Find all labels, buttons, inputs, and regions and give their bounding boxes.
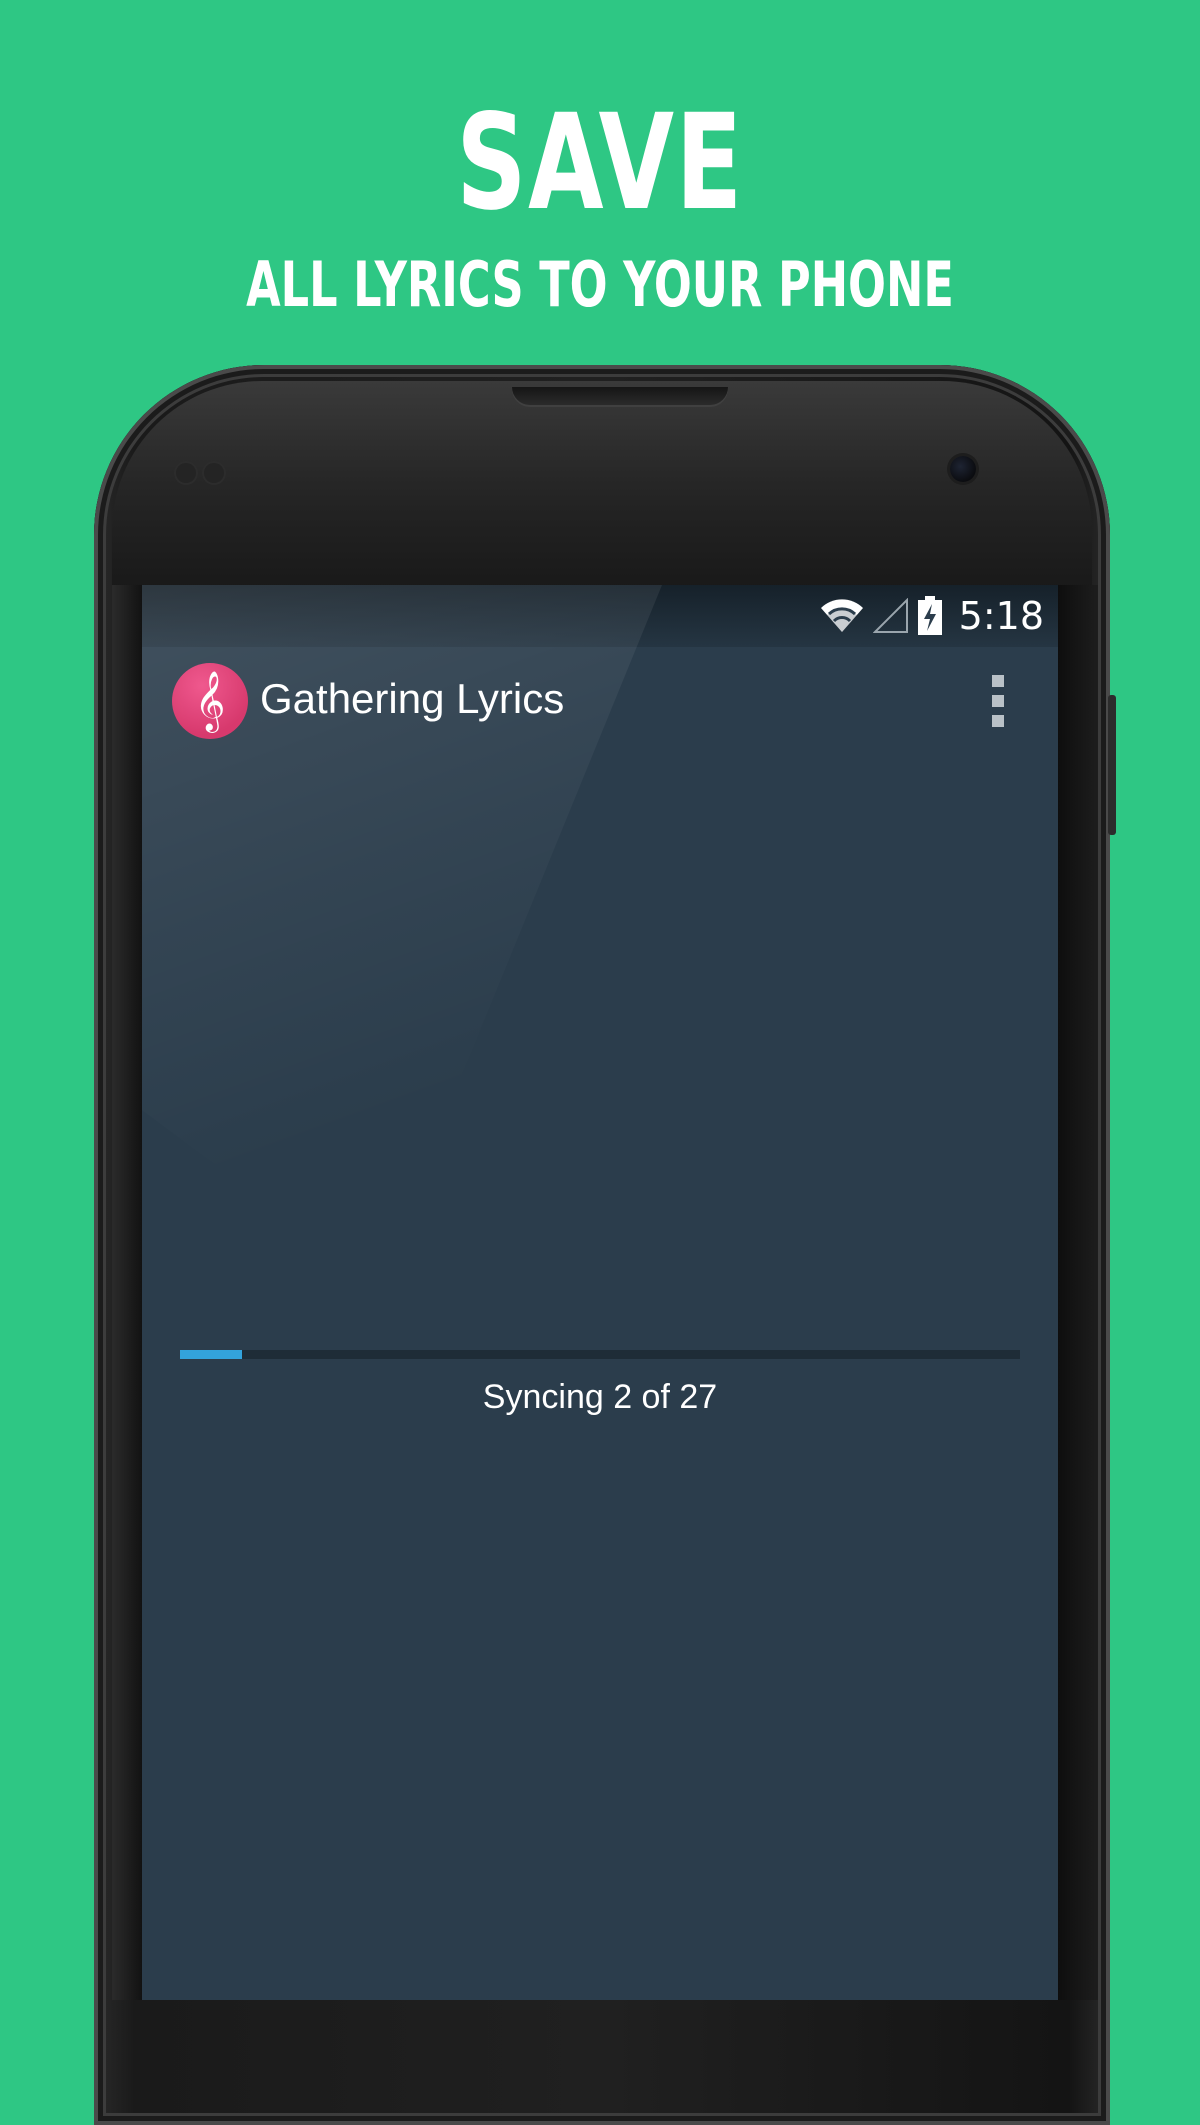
app-icon-glyph: 𝄞 [194, 670, 226, 731]
front-camera [950, 456, 976, 482]
overflow-dot [992, 695, 1004, 707]
status-time: 5:18 [958, 594, 1044, 638]
overflow-dot [992, 715, 1004, 727]
promo-subline: ALL LYRICS TO YOUR PHONE [246, 248, 954, 321]
light-sensor [204, 463, 224, 483]
phone-screen: 5:18 𝄞 Gathering Lyrics Syncing 2 of 27 [142, 585, 1058, 2000]
battery-charging-icon [917, 596, 942, 635]
phone-top-bezel [112, 381, 1092, 611]
overflow-dot [992, 675, 1004, 687]
sync-progress-bar [180, 1350, 1020, 1359]
power-button [1108, 695, 1116, 835]
wifi-icon [820, 599, 863, 632]
earpiece-speaker [512, 387, 728, 405]
overflow-menu-icon[interactable] [980, 673, 1016, 729]
screen-left-edge [112, 585, 142, 2000]
status-bar: 5:18 [142, 585, 1058, 647]
sync-status-text: Syncing 2 of 27 [482, 1378, 718, 1416]
promo-headline: SAVE [456, 86, 744, 240]
page-title: Gathering Lyrics [260, 675, 565, 722]
proximity-sensor [176, 463, 196, 483]
screen-right-edge [1058, 585, 1098, 2000]
status-icons: 5:18 [819, 593, 1044, 639]
sync-progress-fill [180, 1350, 243, 1359]
cell-signal-icon [872, 598, 908, 633]
treble-clef-icon[interactable]: 𝄞 [172, 663, 248, 739]
action-bar: 𝄞 Gathering Lyrics [142, 647, 1058, 747]
